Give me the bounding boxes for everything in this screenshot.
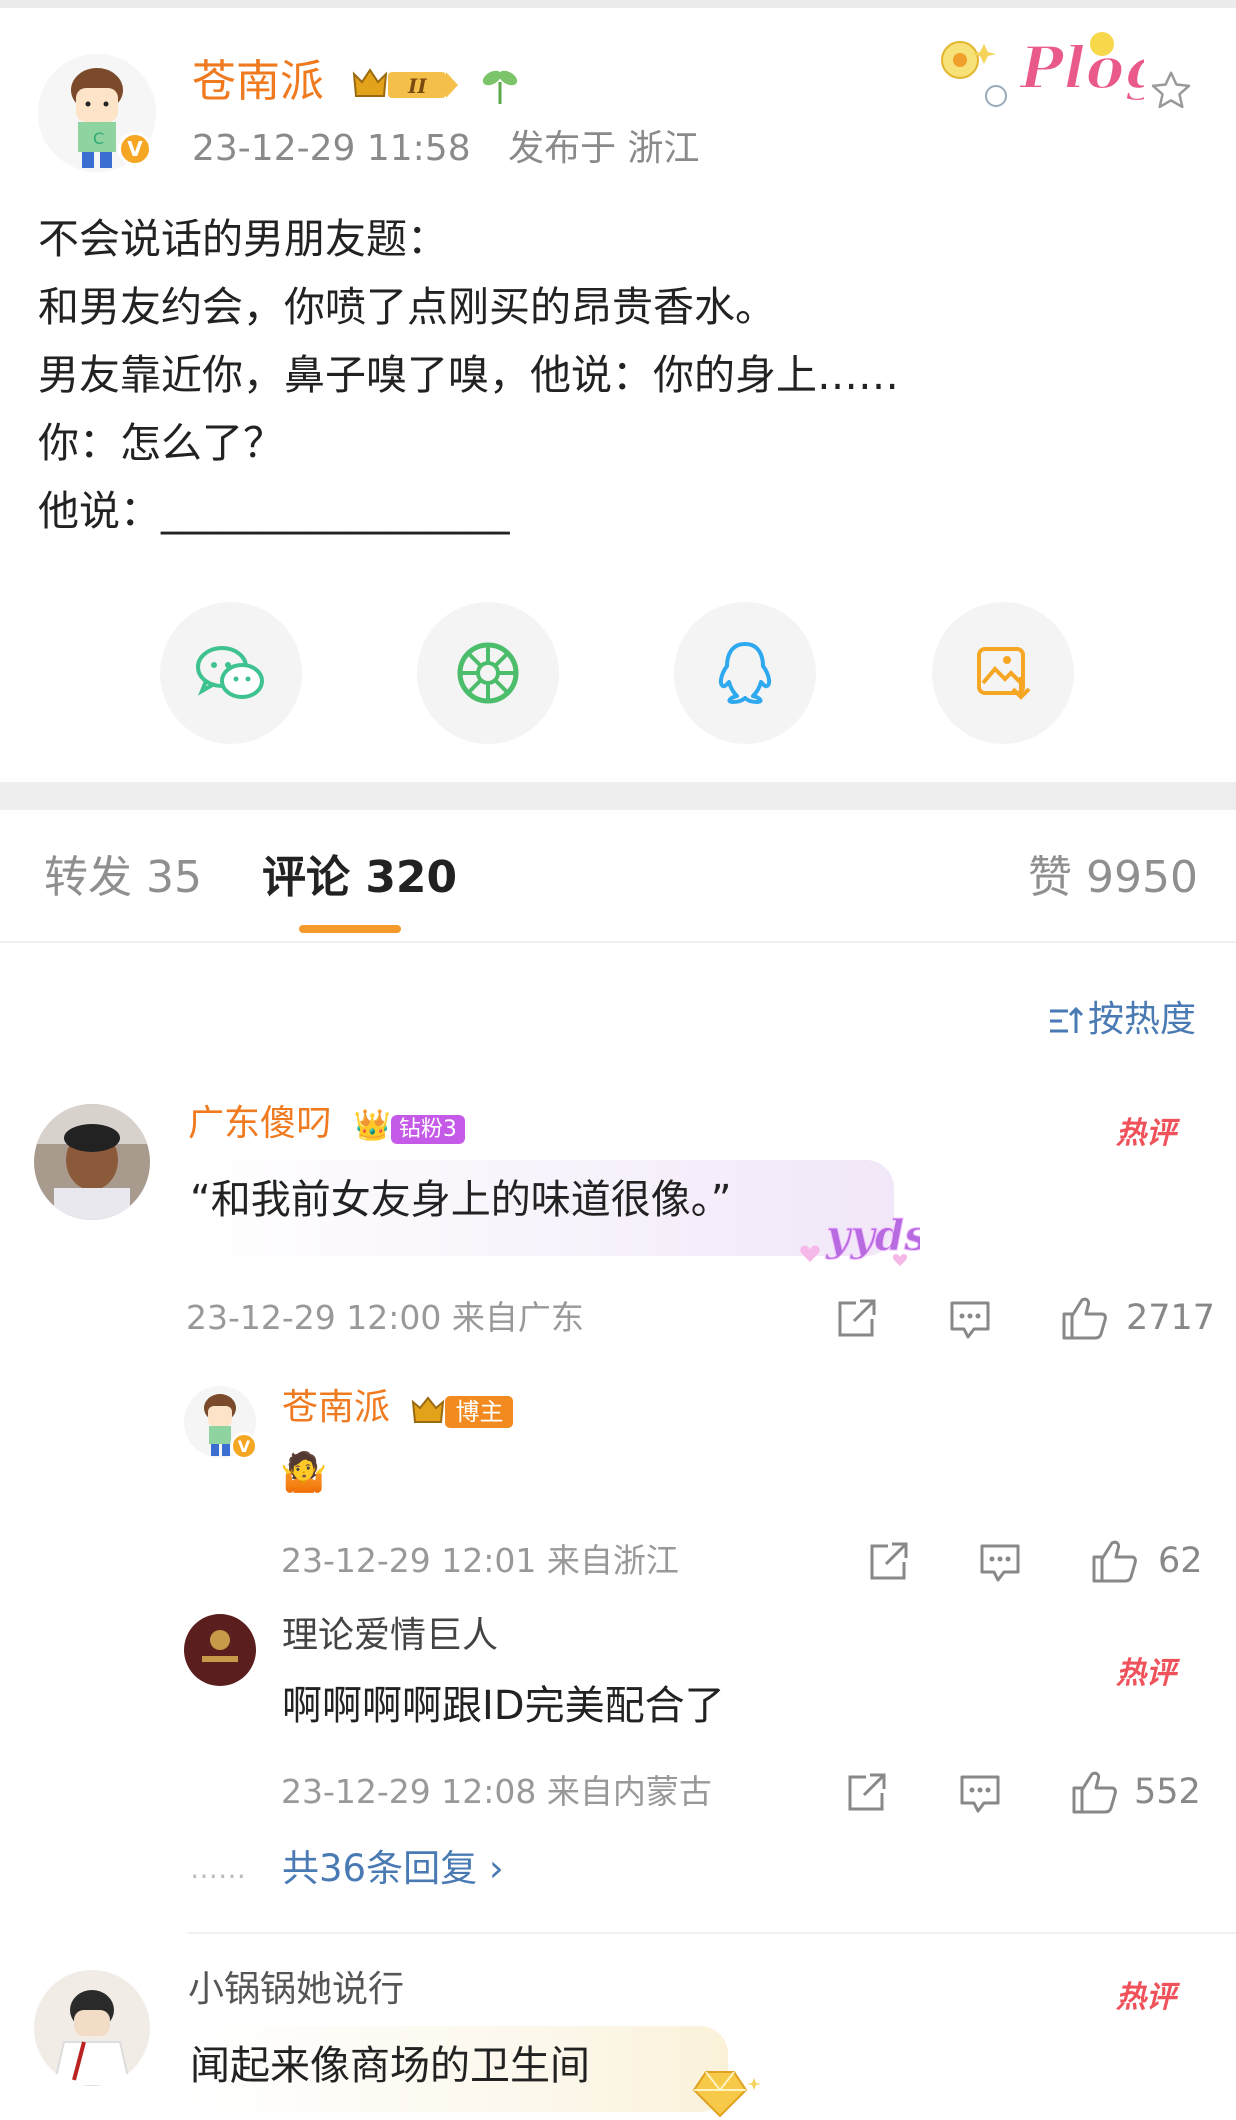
yyds-sticker-icon: yyds — [800, 1211, 920, 1266]
reply-author-avatar[interactable] — [184, 1614, 256, 1686]
comment-author-row: 广东傻叼 👑 钻粉3 — [188, 1102, 465, 1148]
comment-icon[interactable] — [958, 1771, 1002, 1815]
crown-icon — [412, 1396, 445, 1423]
tab-likes[interactable]: 赞 9950 — [1028, 852, 1198, 904]
reply-author-row: 苍南派 博主 — [282, 1386, 514, 1431]
crown-icon: 👑 — [353, 1107, 391, 1143]
svg-text:II: II — [407, 74, 427, 98]
sort-by-hot-button[interactable]: 按热度 — [1048, 998, 1196, 1042]
wechat-icon — [196, 646, 264, 699]
post-line: 不会说话的男朋友题： — [38, 215, 448, 263]
qq-icon — [718, 642, 772, 704]
moments-icon — [457, 642, 519, 704]
comment-divider — [188, 1932, 1236, 1934]
tab-repost[interactable]: 转发 35 — [44, 852, 202, 904]
share-moments-button[interactable] — [417, 602, 559, 744]
hot-comment-badge: 热评 — [1116, 1116, 1176, 1151]
sprout-icon — [482, 70, 518, 104]
verified-badge-icon: V — [118, 132, 152, 166]
reply-time: 23-12-29 12:01 来自浙江 — [281, 1541, 679, 1580]
like-icon[interactable] — [1070, 1768, 1118, 1816]
reply-author-name[interactable]: 苍南派 — [282, 1387, 390, 1428]
commenter-avatar[interactable] — [34, 1970, 150, 2086]
post-line: 男友靠近你，鼻子嗅了嗅，他说：你的身上…… — [38, 351, 899, 399]
blogger-badge: 博主 — [411, 1387, 514, 1431]
post-author-row: 苍南派 II — [192, 52, 520, 112]
reply-author-name[interactable]: 理论爱情巨人 — [282, 1614, 498, 1658]
post-timestamp: 23-12-29 11:58 — [192, 128, 471, 169]
section-divider — [0, 782, 1236, 810]
like-count: 552 — [1134, 1772, 1201, 1812]
active-tab-indicator — [299, 925, 401, 933]
save-image-icon — [977, 647, 1031, 700]
post-meta: 23-12-29 11:58 发布于 浙江 — [192, 126, 700, 172]
like-icon[interactable] — [1090, 1537, 1138, 1585]
blogger-badge-text: 博主 — [445, 1396, 514, 1428]
post-line: 你：怎么了？ — [38, 419, 284, 467]
tabs-divider — [0, 941, 1236, 943]
comment-text: 闻起来像商场的卫生间 — [190, 2043, 590, 2089]
sort-label: 按热度 — [1088, 999, 1197, 1040]
comment-text: “和我前女友身上的味道很像。” — [190, 1177, 732, 1223]
reply-verified-icon: V — [230, 1432, 258, 1460]
plog-decoration: Plog — [924, 14, 1166, 124]
repost-icon[interactable] — [866, 1540, 910, 1584]
commenter-avatar[interactable] — [34, 1104, 150, 1220]
comment-author-name[interactable]: 小锅锅她说行 — [188, 1968, 404, 2012]
view-more-replies-link[interactable]: 共36条回复 › — [282, 1846, 504, 1892]
hot-comment-badge: 热评 — [1116, 1656, 1176, 1691]
comment-time: 23-12-29 12:00 来自广东 — [186, 1298, 584, 1337]
sort-icon — [1050, 1006, 1084, 1033]
post-line: 他说：_________________ — [38, 487, 510, 535]
post-location: 发布于 浙江 — [508, 128, 700, 169]
gold-badge-sticker-icon — [692, 2071, 761, 2118]
post-line: 和男友约会，你喷了点刚买的昂贵香水。 — [38, 283, 776, 331]
like-count: 2717 — [1126, 1298, 1216, 1338]
share-wechat-button[interactable] — [160, 602, 302, 744]
fan-badge-text: 钻粉3 — [390, 1114, 465, 1144]
star-favorite-icon[interactable] — [1148, 68, 1194, 114]
like-icon[interactable] — [1060, 1294, 1108, 1342]
post-author-name[interactable]: 苍南派 — [192, 56, 324, 107]
hot-comment-badge: 热评 — [1116, 1980, 1176, 2015]
top-separator — [0, 0, 1236, 8]
like-count: 62 — [1158, 1541, 1203, 1581]
reply-emoji: 🤷 — [280, 1450, 328, 1494]
comment-icon[interactable] — [948, 1297, 992, 1341]
tab-comments[interactable]: 评论 320 — [262, 852, 457, 904]
reply-time: 23-12-29 12:08 来自内蒙古 — [281, 1772, 712, 1811]
member-crown-icon: II — [352, 68, 458, 98]
svg-text:C: C — [93, 129, 104, 148]
post-body: 不会说话的男朋友题： 和男友约会，你喷了点刚买的昂贵香水。 男友靠近你，鼻子嗅了… — [38, 205, 899, 545]
yyds-sticker-text: yyds — [825, 1211, 920, 1260]
repost-icon[interactable] — [834, 1297, 878, 1341]
comment-author-name[interactable]: 广东傻叼 — [188, 1103, 332, 1144]
comment-icon[interactable] — [978, 1540, 1022, 1584]
repost-icon[interactable] — [844, 1771, 888, 1815]
reply-text: 啊啊啊啊跟ID完美配合了 — [282, 1683, 725, 1729]
plog-text: Plog — [1018, 34, 1144, 102]
reply-thread-dots: …… — [190, 1852, 246, 1885]
fan-level-badge: 👑 钻粉3 — [353, 1103, 465, 1148]
save-image-button[interactable] — [932, 602, 1074, 744]
share-qq-button[interactable] — [674, 602, 816, 744]
